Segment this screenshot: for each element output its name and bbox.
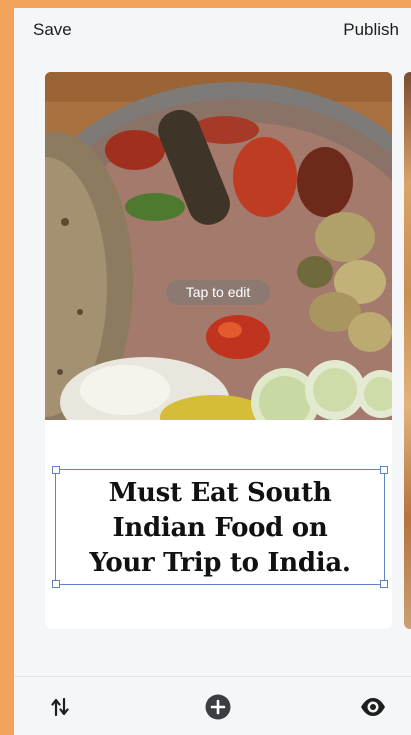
resize-handle-bottom-left[interactable] xyxy=(52,580,60,588)
title-line-2: Indian Food on xyxy=(112,513,328,543)
story-editor: Save Publish Tap to edit Must Eat South … xyxy=(14,8,411,735)
food-photo-illustration xyxy=(45,72,392,420)
title-line-3: Your Trip to India. xyxy=(89,548,351,578)
resize-handle-top-right[interactable] xyxy=(380,466,388,474)
title-text-box[interactable]: Must Eat South Indian Food on Your Trip … xyxy=(52,466,388,588)
save-button[interactable]: Save xyxy=(33,20,72,40)
tap-to-edit-hint[interactable]: Tap to edit xyxy=(166,280,270,305)
story-title[interactable]: Must Eat South Indian Food on Your Trip … xyxy=(56,476,384,581)
publish-button[interactable]: Publish xyxy=(343,20,399,40)
reorder-icon[interactable] xyxy=(51,697,69,722)
cover-photo[interactable]: Tap to edit xyxy=(45,72,392,420)
resize-handle-bottom-right[interactable] xyxy=(380,580,388,588)
resize-handle-top-left[interactable] xyxy=(52,466,60,474)
top-bar: Save Publish xyxy=(14,8,411,56)
story-page-card[interactable]: Tap to edit Must Eat South Indian Food o… xyxy=(45,72,392,629)
preview-icon[interactable] xyxy=(360,697,386,722)
add-icon[interactable] xyxy=(205,694,231,725)
next-story-page-card[interactable] xyxy=(404,72,411,629)
bottom-toolbar xyxy=(14,676,411,735)
title-line-1: Must Eat South xyxy=(108,478,332,508)
